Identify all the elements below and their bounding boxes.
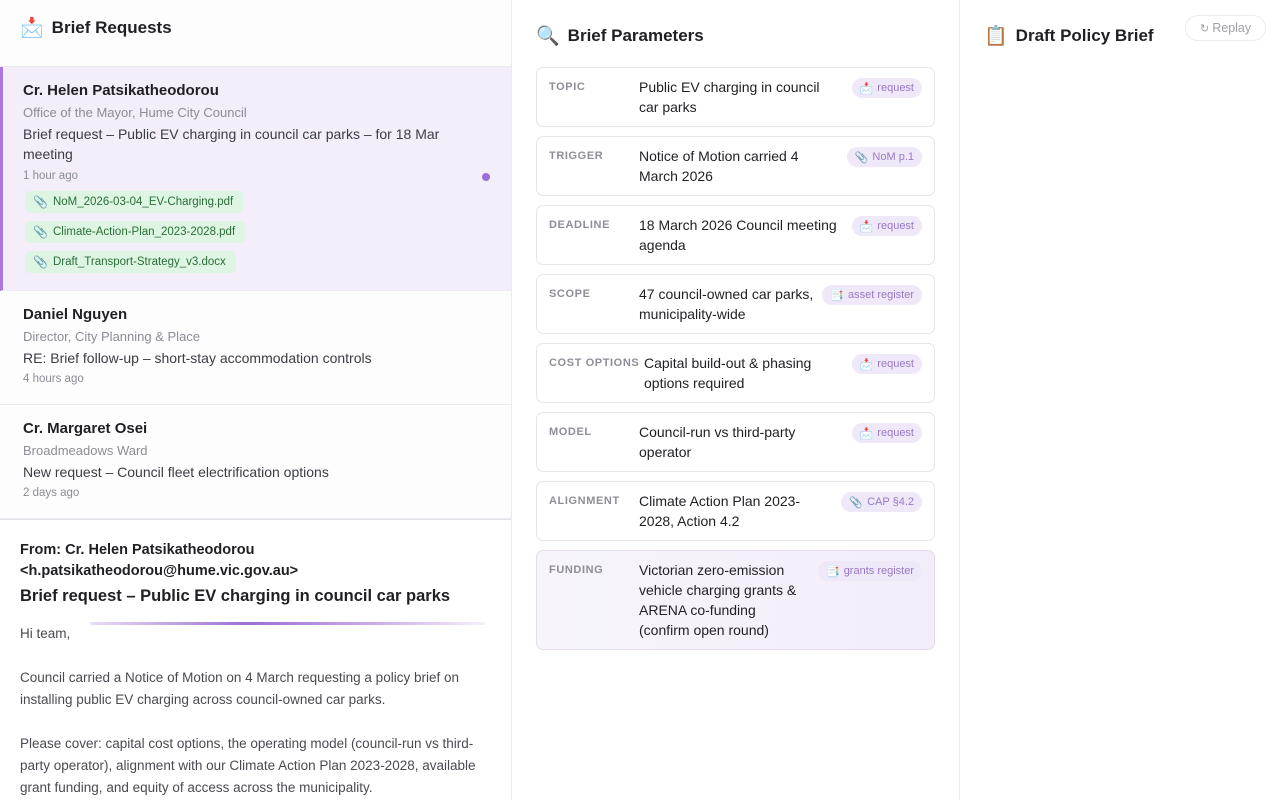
source-tag[interactable]: 📎 CAP §4.2	[841, 492, 922, 512]
source-tag-label: grants register	[843, 565, 914, 577]
param-row-scope: SCOPE 47 council-owned car parks, munici…	[536, 274, 935, 334]
draft-title: 📋 Draft Policy Brief	[984, 24, 1154, 47]
param-row-topic: TOPIC Public EV charging in council car …	[536, 67, 935, 127]
request-sender: Cr. Helen Patsikatheodorou	[23, 82, 219, 99]
paperclip-icon: 📎	[33, 255, 48, 269]
envelope-icon: 📩	[859, 219, 874, 233]
attachment-chip[interactable]: 📎 Draft_Transport-Strategy_v3.docx	[25, 251, 236, 273]
param-key: MODEL	[549, 426, 592, 438]
email-subject: Brief request – Public EV charging in co…	[20, 587, 451, 605]
request-sender-role: Broadmeadows Ward	[23, 443, 148, 458]
email-paragraph: Hi team,	[20, 626, 71, 641]
param-row-trigger: TRIGGER Notice of Motion carried 4 March…	[536, 136, 935, 196]
param-row-deadline: DEADLINE 18 March 2026 Council meeting a…	[536, 205, 935, 265]
param-key: COST OPTIONS	[549, 357, 640, 369]
request-item-osei[interactable]: Cr. Margaret Osei Broadmeadows Ward New …	[0, 405, 511, 519]
clipboard-icon: 📋	[984, 25, 1008, 47]
param-value: Climate Action Plan 2023-2028, Action 4.…	[639, 493, 801, 529]
param-value: Capital build-out & phasing options requ…	[644, 355, 812, 391]
source-tag[interactable]: 📩 request	[851, 78, 922, 98]
source-tag-label: request	[877, 358, 914, 370]
request-sender-role: Office of the Mayor, Hume City Council	[23, 105, 247, 120]
source-tag[interactable]: 📎 NoM p.1	[846, 147, 922, 167]
paperclip-icon: 📎	[849, 495, 864, 509]
request-sender: Daniel Nguyen	[23, 306, 128, 323]
request-subject: RE: Brief follow-up – short-stay accommo…	[23, 350, 372, 366]
param-key: TOPIC	[549, 81, 586, 93]
request-time: 1 hour ago	[23, 170, 78, 182]
request-time: 2 days ago	[23, 487, 80, 499]
request-subject: New request – Council fleet electrificat…	[23, 464, 329, 480]
source-tag-label: request	[877, 82, 914, 94]
request-item-nguyen[interactable]: Daniel Nguyen Director, City Planning & …	[0, 291, 511, 405]
param-key: FUNDING	[549, 564, 604, 576]
requests-header: 📩 Brief Requests	[0, 0, 511, 67]
paperclip-icon: 📎	[854, 150, 869, 164]
param-value: Public EV charging in council car parks	[639, 79, 820, 115]
source-tag[interactable]: 📩 request	[851, 423, 922, 443]
source-tag-label: request	[877, 427, 914, 439]
document-icon: 📑	[830, 288, 844, 302]
param-key: DEADLINE	[549, 219, 611, 231]
source-tag[interactable]: 📩 request	[851, 354, 922, 374]
source-tag[interactable]: 📩 request	[851, 216, 922, 236]
email-paragraph: Council carried a Notice of Motion on 4 …	[20, 670, 459, 707]
unread-dot-icon	[482, 173, 490, 181]
envelope-icon: 📩	[859, 357, 874, 371]
attachment-filename: NoM_2026-03-04_EV-Charging.pdf	[52, 196, 234, 208]
document-icon: 📑	[825, 564, 840, 578]
requests-title: 📩 Brief Requests	[20, 16, 172, 39]
attachment-filename: Draft_Transport-Strategy_v3.docx	[52, 256, 226, 268]
brief-parameters-panel: 🔍 Brief Parameters TOPIC Public EV charg…	[512, 0, 960, 800]
email-from: From: Cr. Helen Patsikatheodorou <h.pats…	[20, 542, 299, 579]
paperclip-icon: 📎	[33, 225, 48, 239]
param-value: Victorian zero-emission vehicle charging…	[639, 562, 797, 638]
param-row-funding: FUNDING Victorian zero-emission vehicle …	[536, 550, 935, 650]
source-tag-label: asset register	[847, 289, 914, 301]
param-key: TRIGGER	[549, 150, 604, 162]
email-body: Hi team, Council carried a Notice of Mot…	[20, 623, 498, 800]
source-tag[interactable]: 📑 asset register	[822, 285, 922, 305]
source-tag-label: CAP §4.2	[867, 496, 914, 508]
brief-requests-panel: 📩 Brief Requests Cr. Helen Patsikatheodo…	[0, 0, 512, 800]
replay-button[interactable]: ↻ Replay	[1185, 15, 1267, 41]
request-subject: Brief request – Public EV charging in co…	[23, 126, 440, 162]
requests-title-text: Brief Requests	[51, 17, 172, 37]
source-tag-label: request	[877, 220, 914, 232]
parameters-title-text: Brief Parameters	[567, 25, 704, 45]
request-sender-role: Director, City Planning & Place	[23, 329, 201, 344]
param-key: ALIGNMENT	[549, 495, 620, 507]
parameters-title: 🔍 Brief Parameters	[536, 24, 704, 47]
replay-label: Replay	[1212, 21, 1252, 35]
envelope-icon: 📩	[859, 81, 874, 95]
request-sender: Cr. Margaret Osei	[23, 420, 148, 437]
attachment-filename: Climate-Action-Plan_2023-2028.pdf	[52, 226, 236, 238]
email-paragraph: Please cover: capital cost options, the …	[20, 736, 476, 795]
param-row-model: MODEL Council-run vs third-party operato…	[536, 412, 935, 472]
envelope-icon: 📩	[859, 426, 874, 440]
source-tag-label: NoM p.1	[872, 151, 914, 163]
draft-title-text: Draft Policy Brief	[1015, 25, 1154, 45]
param-value: 47 council-owned car parks, municipality…	[639, 286, 814, 322]
attachment-chip[interactable]: 📎 NoM_2026-03-04_EV-Charging.pdf	[25, 191, 244, 213]
param-value: 18 March 2026 Council meeting agenda	[639, 217, 837, 253]
param-value: Notice of Motion carried 4 March 2026	[639, 148, 799, 184]
replay-icon: ↻	[1200, 21, 1210, 35]
param-value: Council-run vs third-party operator	[639, 424, 796, 460]
request-time: 4 hours ago	[23, 373, 84, 385]
email-preview: From: Cr. Helen Patsikatheodorou <h.pats…	[0, 519, 511, 800]
request-item-patsikatheodorou[interactable]: Cr. Helen Patsikatheodorou Office of the…	[0, 67, 511, 291]
param-row-alignment: ALIGNMENT Climate Action Plan 2023-2028,…	[536, 481, 935, 541]
draft-brief-panel: 📋 Draft Policy Brief ↻ Replay	[960, 0, 1280, 800]
attachment-chip[interactable]: 📎 Climate-Action-Plan_2023-2028.pdf	[25, 221, 246, 243]
magnifier-icon: 🔍	[536, 25, 560, 47]
param-key: SCOPE	[549, 288, 591, 300]
param-row-cost-options: COST OPTIONS Capital build-out & phasing…	[536, 343, 935, 403]
source-tag[interactable]: 📑 grants register	[817, 561, 922, 581]
inbox-tray-icon: 📩	[20, 17, 44, 39]
paperclip-icon: 📎	[33, 195, 48, 209]
